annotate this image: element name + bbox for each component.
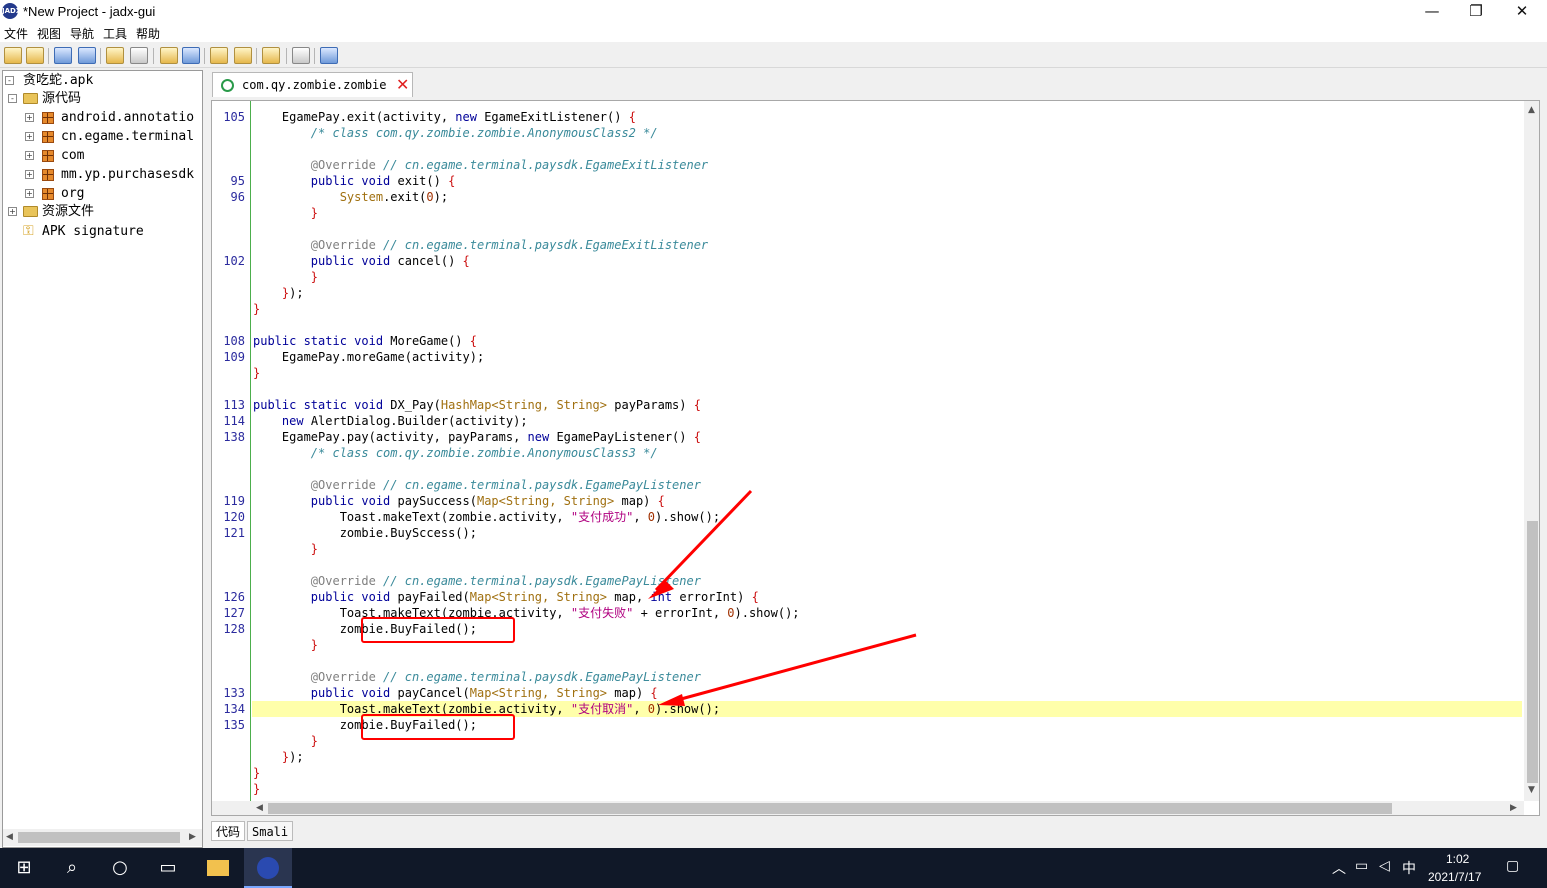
tree-package-label: android.annotatio: [61, 110, 195, 125]
tree-package-label: cn.egame.terminal: [61, 129, 195, 144]
menu-view[interactable]: 视图: [37, 25, 61, 42]
toolbar-separator: [100, 48, 101, 64]
scroll-right-icon[interactable]: ▶: [189, 832, 196, 842]
text-search-icon[interactable]: [160, 47, 178, 64]
scroll-left-icon[interactable]: ◀: [6, 832, 13, 842]
save-project-icon[interactable]: [54, 47, 72, 64]
red-arrow-line: [669, 633, 917, 704]
jadx-taskbar-icon[interactable]: [244, 848, 292, 888]
minimize-button[interactable]: —: [1409, 0, 1455, 24]
notification-icon[interactable]: ▢: [1506, 858, 1519, 874]
tab-com-qy-zombie-zombie[interactable]: com.qy.zombie.zombie ✕: [212, 72, 413, 97]
search-icon[interactable]: ⌕: [48, 848, 96, 888]
toolbar-separator: [256, 48, 257, 64]
jadx-gui-window: JADX *New Project - jadx-gui — ❐ ✕ 文件 视图…: [0, 0, 1547, 888]
maximize-button[interactable]: ❐: [1453, 0, 1499, 24]
tab-label: com.qy.zombie.zombie: [242, 78, 387, 92]
close-button[interactable]: ✕: [1499, 0, 1545, 24]
add-file-icon[interactable]: [26, 47, 44, 64]
red-arrows: [648, 489, 917, 706]
clock-date[interactable]: 2021/7/17: [1428, 870, 1481, 884]
preferences-wrench-icon[interactable]: [320, 47, 338, 64]
title-bar: JADX *New Project - jadx-gui — ❐ ✕: [0, 0, 1547, 24]
deobfuscation-icon[interactable]: [262, 47, 280, 64]
windows-start-icon[interactable]: ⊞: [0, 848, 48, 888]
scroll-left-icon[interactable]: ◀: [256, 803, 263, 813]
editor-horizontal-scrollbar[interactable]: ◀ ▶: [212, 801, 1524, 815]
open-file-icon[interactable]: [4, 47, 22, 64]
expand-icon[interactable]: +: [25, 151, 34, 160]
tree-source-label: 源代码: [42, 91, 82, 106]
tree-scroll-thumb[interactable]: [18, 832, 180, 843]
file-explorer-icon[interactable]: [194, 848, 242, 888]
menu-bar: 文件 视图 导航 工具 帮助: [0, 24, 1547, 42]
expand-icon[interactable]: +: [25, 132, 34, 141]
tree-package-label: com: [61, 148, 85, 163]
toolbar: [0, 44, 1547, 68]
toolbar-separator: [48, 48, 49, 64]
expand-icon[interactable]: +: [8, 207, 17, 216]
expand-icon[interactable]: +: [25, 170, 34, 179]
clock-time[interactable]: 1:02: [1446, 852, 1469, 866]
class-icon: [221, 79, 234, 92]
package-icon: [42, 169, 54, 181]
log-viewer-icon[interactable]: [292, 47, 310, 64]
save-all-icon[interactable]: [78, 47, 96, 64]
source-folder-icon: [23, 93, 38, 104]
scroll-right-icon[interactable]: ▶: [1510, 803, 1517, 813]
main-panel: com.qy.zombie.zombie ✕ 105 EgamePay.exit…: [208, 70, 1545, 848]
menu-navigation[interactable]: 导航: [70, 25, 94, 42]
collapse-icon[interactable]: -: [5, 76, 14, 85]
collapse-icon[interactable]: -: [8, 94, 17, 103]
package-icon: [42, 188, 54, 200]
vertical-scroll-thumb[interactable]: [1527, 521, 1538, 783]
toolbar-separator: [286, 48, 287, 64]
key-icon: ⚿: [23, 223, 34, 239]
menu-tools[interactable]: 工具: [103, 25, 127, 42]
flatten-packages-icon[interactable]: [130, 47, 148, 64]
tree-package-label: mm.yp.purchasesdk: [61, 167, 195, 182]
red-arrow-head: [658, 694, 685, 706]
menu-help[interactable]: 帮助: [136, 25, 160, 42]
toolbar-separator: [153, 48, 154, 64]
toolbar-separator: [204, 48, 205, 64]
cortana-circle-icon[interactable]: ○: [96, 848, 144, 888]
tree-horizontal-scrollbar[interactable]: ◀ ▶: [3, 829, 202, 846]
tree-root-label: 贪吃蛇.apk: [23, 73, 94, 88]
show-hidden-icons-icon[interactable]: ︿: [1332, 858, 1346, 878]
horizontal-scroll-thumb[interactable]: [268, 803, 1392, 814]
package-icon: [42, 112, 54, 124]
forward-arrow-icon[interactable]: [234, 47, 252, 64]
windows-taskbar: ⊞ ⌕ ○ ▭ ︿ ▭ ◁ 中 1:02 2021/7/17 ▢: [0, 848, 1547, 888]
expand-icon[interactable]: +: [25, 189, 34, 198]
expand-icon[interactable]: +: [25, 113, 34, 122]
task-view-icon[interactable]: ▭: [144, 848, 192, 888]
package-icon: [42, 131, 54, 143]
tree-resources-label: 资源文件: [42, 204, 95, 219]
project-tree: - 贪吃蛇.apk - 源代码 + android.annotatio + cn…: [2, 70, 203, 848]
volume-icon[interactable]: ◁: [1379, 858, 1390, 874]
code-editor[interactable]: 105 EgamePay.exit(activity, new EgameExi…: [211, 100, 1540, 816]
window-title: *New Project - jadx-gui: [23, 4, 156, 19]
tab-code[interactable]: 代码: [211, 821, 246, 841]
ime-indicator[interactable]: 中: [1402, 858, 1416, 878]
tree-signature-label: APK signature: [42, 224, 144, 239]
red-arrow-line: [654, 489, 753, 592]
jadx-app-icon: JADX: [2, 3, 21, 19]
toolbar-separator: [314, 48, 315, 64]
tree-package-label: org: [61, 186, 85, 201]
scroll-down-icon[interactable]: ▼: [1528, 785, 1535, 795]
network-icon[interactable]: ▭: [1355, 858, 1368, 874]
class-search-icon[interactable]: [182, 47, 200, 64]
menu-file[interactable]: 文件: [4, 25, 28, 42]
close-tab-icon[interactable]: ✕: [396, 75, 409, 94]
scroll-up-icon[interactable]: ▲: [1528, 105, 1535, 115]
view-mode-tabs: 代码 Smali: [211, 821, 511, 843]
sync-tree-icon[interactable]: [106, 47, 124, 64]
package-icon: [42, 150, 54, 162]
back-arrow-icon[interactable]: [210, 47, 228, 64]
resources-folder-icon: [23, 206, 38, 217]
editor-vertical-scrollbar[interactable]: ▲ ▼: [1524, 101, 1539, 801]
tab-smali[interactable]: Smali: [247, 821, 294, 841]
